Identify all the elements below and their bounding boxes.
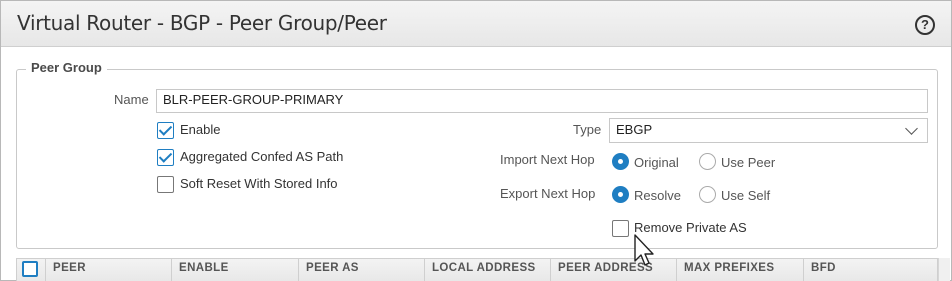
dialog-title-bar: Virtual Router - BGP - Peer Group/Peer ?: [1, 1, 951, 47]
remove-private-as-label: Remove Private AS: [634, 220, 747, 235]
import-use-peer-radio[interactable]: [699, 153, 716, 170]
import-original-radio[interactable]: [612, 153, 629, 170]
column-divider: [298, 258, 299, 281]
export-resolve-label: Resolve: [634, 188, 681, 203]
export-next-hop-label: Export Next Hop: [500, 186, 596, 201]
export-use-self-radio[interactable]: [699, 186, 716, 203]
enable-checkbox[interactable]: [157, 122, 174, 139]
import-original-label: Original: [634, 155, 679, 170]
soft-reset-label: Soft Reset With Stored Info: [180, 176, 338, 191]
type-select-value: EBGP: [616, 122, 653, 137]
column-header-peer[interactable]: PEER: [53, 262, 86, 274]
type-select[interactable]: EBGP: [609, 118, 928, 143]
remove-private-as-checkbox[interactable]: [612, 220, 629, 237]
column-divider: [676, 258, 677, 281]
column-divider: [45, 258, 46, 281]
mouse-pointer-icon: [634, 234, 654, 266]
select-all-checkbox[interactable]: [22, 261, 38, 277]
table-scrollbar[interactable]: [938, 258, 950, 281]
dialog-title: Virtual Router - BGP - Peer Group/Peer: [17, 11, 387, 35]
column-header-enable[interactable]: ENABLE: [179, 262, 229, 274]
column-header-max-prefixes[interactable]: MAX PREFIXES: [684, 262, 774, 274]
soft-reset-checkbox[interactable]: [157, 176, 174, 193]
column-divider: [424, 258, 425, 281]
column-divider: [803, 258, 804, 281]
column-divider: [171, 258, 172, 281]
column-header-bfd[interactable]: BFD: [811, 262, 836, 274]
peer-group-legend: Peer Group: [26, 60, 107, 75]
type-label: Type: [573, 122, 602, 137]
aggregated-confed-as-path-label: Aggregated Confed AS Path: [180, 149, 344, 164]
aggregated-confed-as-path-checkbox[interactable]: [157, 149, 174, 166]
export-use-self-label: Use Self: [721, 188, 771, 203]
column-header-peer-as[interactable]: PEER AS: [306, 262, 359, 274]
name-label: Name: [114, 92, 149, 107]
import-use-peer-label: Use Peer: [721, 155, 776, 170]
export-resolve-radio[interactable]: [612, 186, 629, 203]
column-header-local-address[interactable]: LOCAL ADDRESS: [432, 262, 536, 274]
question-circle-icon[interactable]: ?: [915, 15, 935, 35]
column-divider: [550, 258, 551, 281]
import-next-hop-label: Import Next Hop: [500, 152, 595, 167]
enable-label: Enable: [180, 122, 221, 137]
name-input[interactable]: BLR-PEER-GROUP-PRIMARY: [156, 89, 928, 113]
